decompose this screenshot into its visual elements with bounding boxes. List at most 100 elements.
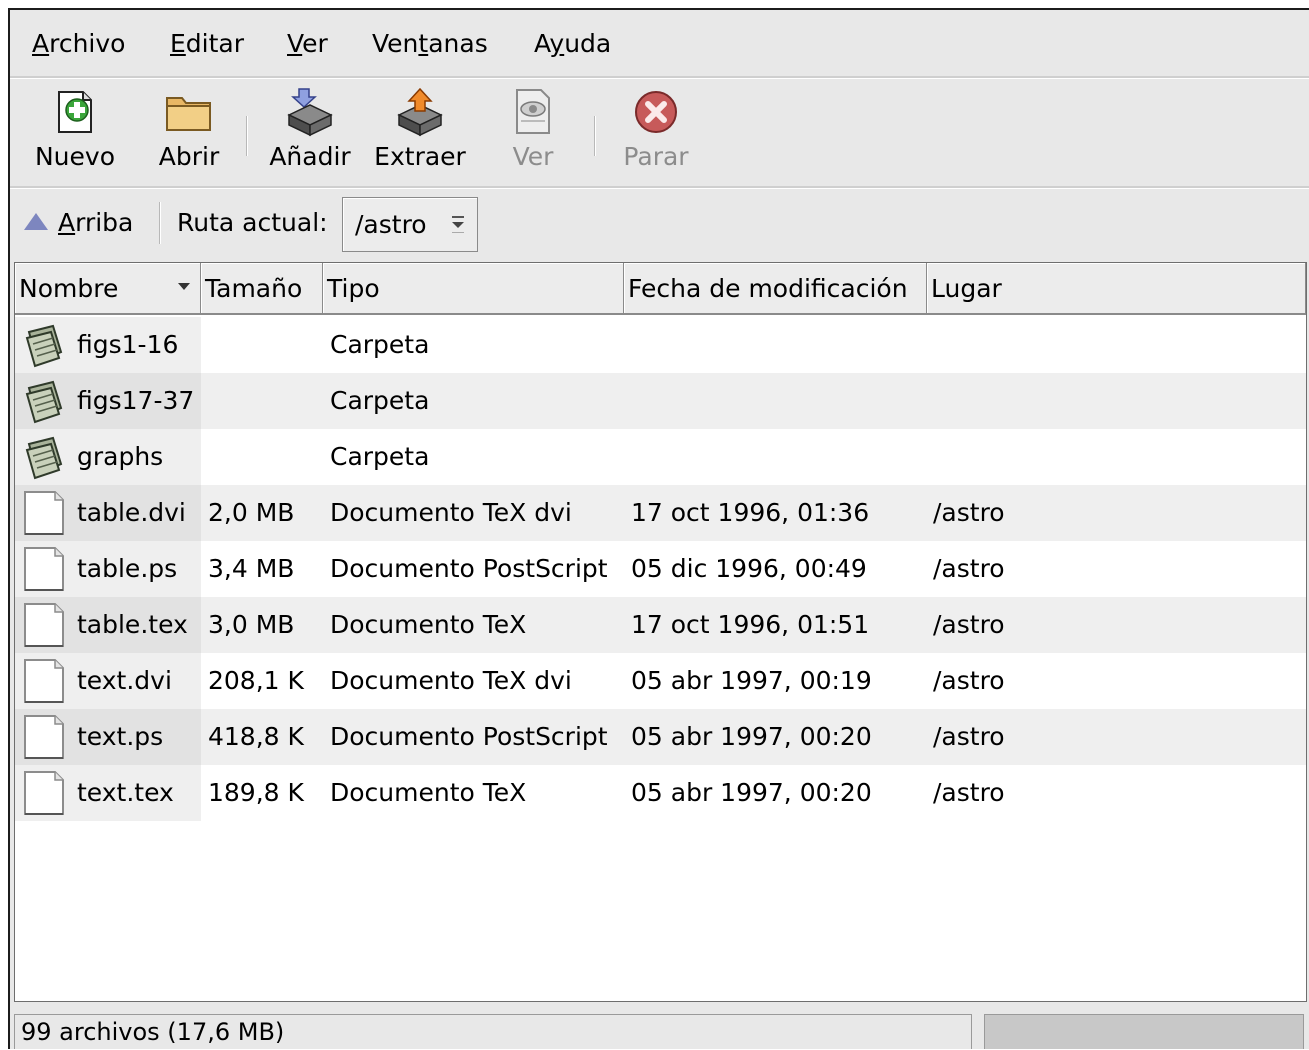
menu-label: A — [534, 29, 550, 58]
menu-ayuda[interactable]: Ayuda — [534, 28, 611, 60]
up-button[interactable]: Arriba — [24, 206, 133, 240]
menu-mnemonic: A — [32, 29, 50, 58]
file-date: 05 dic 1996, 00:49 — [631, 554, 867, 583]
file-date: 05 abr 1997, 00:20 — [631, 722, 872, 751]
menu-label: anas — [428, 29, 488, 58]
file-name: text.tex — [77, 778, 174, 807]
column-header-size[interactable]: Tamaño — [201, 263, 323, 315]
stop-button-label: Parar — [623, 142, 689, 171]
document-icon — [23, 714, 65, 760]
location-separator — [159, 202, 161, 244]
up-button-label: rriba — [75, 208, 134, 237]
file-type: Carpeta — [330, 330, 430, 359]
menu-mnemonic: V — [287, 29, 303, 58]
menu-ventanas[interactable]: Ventanas — [372, 28, 488, 60]
menu-label: ditar — [185, 29, 245, 58]
folder-icon — [23, 434, 65, 480]
menu-mnemonic: y — [549, 29, 565, 58]
column-header-place[interactable]: Lugar — [927, 263, 1306, 315]
column-header-type[interactable]: Tipo — [323, 263, 624, 315]
column-header-label: Nombre — [19, 274, 119, 303]
file-list[interactable]: Nombre Tamaño Tipo Fecha de modificación… — [14, 262, 1307, 1002]
menu-mnemonic: t — [418, 29, 429, 58]
document-icon — [23, 602, 65, 648]
new-button[interactable]: Nuevo — [30, 84, 120, 171]
menu-archivo[interactable]: Archivo — [32, 28, 125, 60]
file-size: 189,8 K — [208, 778, 304, 807]
file-date: 17 oct 1996, 01:36 — [631, 498, 870, 527]
location-bar: Arriba Ruta actual: /astro — [10, 190, 1309, 258]
archive-manager-window: Archivo Editar Ver Ventanas Ayuda Nuevo — [8, 8, 1309, 1049]
file-place: /astro — [933, 610, 1005, 639]
document-icon — [23, 658, 65, 704]
file-name: table.ps — [77, 554, 178, 583]
file-name: table.dvi — [77, 498, 186, 527]
folder-icon — [23, 322, 65, 368]
file-name: text.ps — [77, 722, 164, 751]
folder-icon — [23, 378, 65, 424]
path-combo[interactable]: /astro — [342, 197, 478, 252]
stop-icon — [626, 84, 686, 140]
file-row[interactable]: table.ps 3,4 MB Documento PostScript 05 dic… — [15, 541, 1306, 597]
extract-from-archive-icon — [390, 84, 450, 140]
menu-mnemonic: E — [170, 29, 186, 58]
column-header-label: Fecha de modificación — [628, 274, 908, 303]
up-button-mnemonic: A — [58, 208, 76, 237]
open-button[interactable]: Abrir — [150, 84, 228, 171]
status-bar: 99 archivos (17,6 MB) — [10, 1006, 1309, 1049]
menu-editar[interactable]: Editar — [170, 28, 244, 60]
sort-descending-icon — [178, 283, 190, 290]
file-type: Carpeta — [330, 386, 430, 415]
file-row[interactable]: text.tex 189,8 K Documento TeX 05 abr 1997,… — [15, 765, 1306, 821]
column-header-name[interactable]: Nombre — [15, 263, 201, 315]
new-button-label: Nuevo — [34, 142, 116, 171]
file-size: 418,8 K — [208, 722, 304, 751]
extract-button[interactable]: Extraer — [372, 84, 468, 171]
file-size: 3,0 MB — [208, 610, 295, 639]
document-icon — [23, 546, 65, 592]
extract-button-label: Extraer — [374, 142, 466, 171]
status-text: 99 archivos (17,6 MB) — [14, 1014, 972, 1049]
toolbar-separator — [594, 116, 596, 156]
file-date: 05 abr 1997, 00:19 — [631, 666, 872, 695]
file-size: 2,0 MB — [208, 498, 295, 527]
add-button-label: Añadir — [269, 142, 351, 171]
file-row[interactable]: figs1-16 Carpeta — [15, 317, 1306, 373]
file-row[interactable]: graphs Carpeta — [15, 429, 1306, 485]
file-name: text.dvi — [77, 666, 172, 695]
add-button[interactable]: Añadir — [266, 84, 354, 171]
menu-label: uda — [564, 29, 612, 58]
column-header-date[interactable]: Fecha de modificación — [624, 263, 927, 315]
file-name: figs1-16 — [77, 330, 179, 359]
file-row[interactable]: table.tex 3,0 MB Documento TeX 17 oct 1996,… — [15, 597, 1306, 653]
file-type: Documento PostScript — [330, 554, 608, 583]
progress-area — [984, 1014, 1304, 1049]
current-path-label: Ruta actual: — [177, 208, 328, 237]
toolbar-separator-h — [10, 186, 1309, 189]
stop-button[interactable]: Parar — [614, 84, 698, 171]
menubar: Archivo Editar Ver Ventanas Ayuda — [10, 10, 1309, 76]
toolbar: Nuevo Abrir Añadir Extraer Ver Parar — [10, 78, 1309, 186]
file-row[interactable]: text.dvi 208,1 K Documento TeX dvi 05 abr 1… — [15, 653, 1306, 709]
file-size: 3,4 MB — [208, 554, 295, 583]
file-row[interactable]: text.ps 418,8 K Documento PostScript 05 abr… — [15, 709, 1306, 765]
file-type: Documento TeX — [330, 610, 527, 639]
file-type: Carpeta — [330, 442, 430, 471]
up-arrow-icon — [24, 213, 48, 230]
menu-label: rchivo — [49, 29, 126, 58]
open-folder-icon — [159, 84, 219, 140]
file-place: /astro — [933, 666, 1005, 695]
file-row[interactable]: table.dvi 2,0 MB Documento TeX dvi 17 oct 1… — [15, 485, 1306, 541]
menu-label: Ven — [372, 29, 419, 58]
column-header-label: Tamaño — [205, 274, 303, 303]
file-date: 17 oct 1996, 01:51 — [631, 610, 870, 639]
menu-ver[interactable]: Ver — [287, 28, 328, 60]
new-archive-icon — [45, 84, 105, 140]
file-place: /astro — [933, 722, 1005, 751]
path-combo-value: /astro — [355, 210, 427, 239]
file-row[interactable]: figs17-37 Carpeta — [15, 373, 1306, 429]
file-date: 05 abr 1997, 00:20 — [631, 778, 872, 807]
view-button[interactable]: Ver — [502, 84, 564, 171]
file-place: /astro — [933, 498, 1005, 527]
document-icon — [23, 770, 65, 816]
